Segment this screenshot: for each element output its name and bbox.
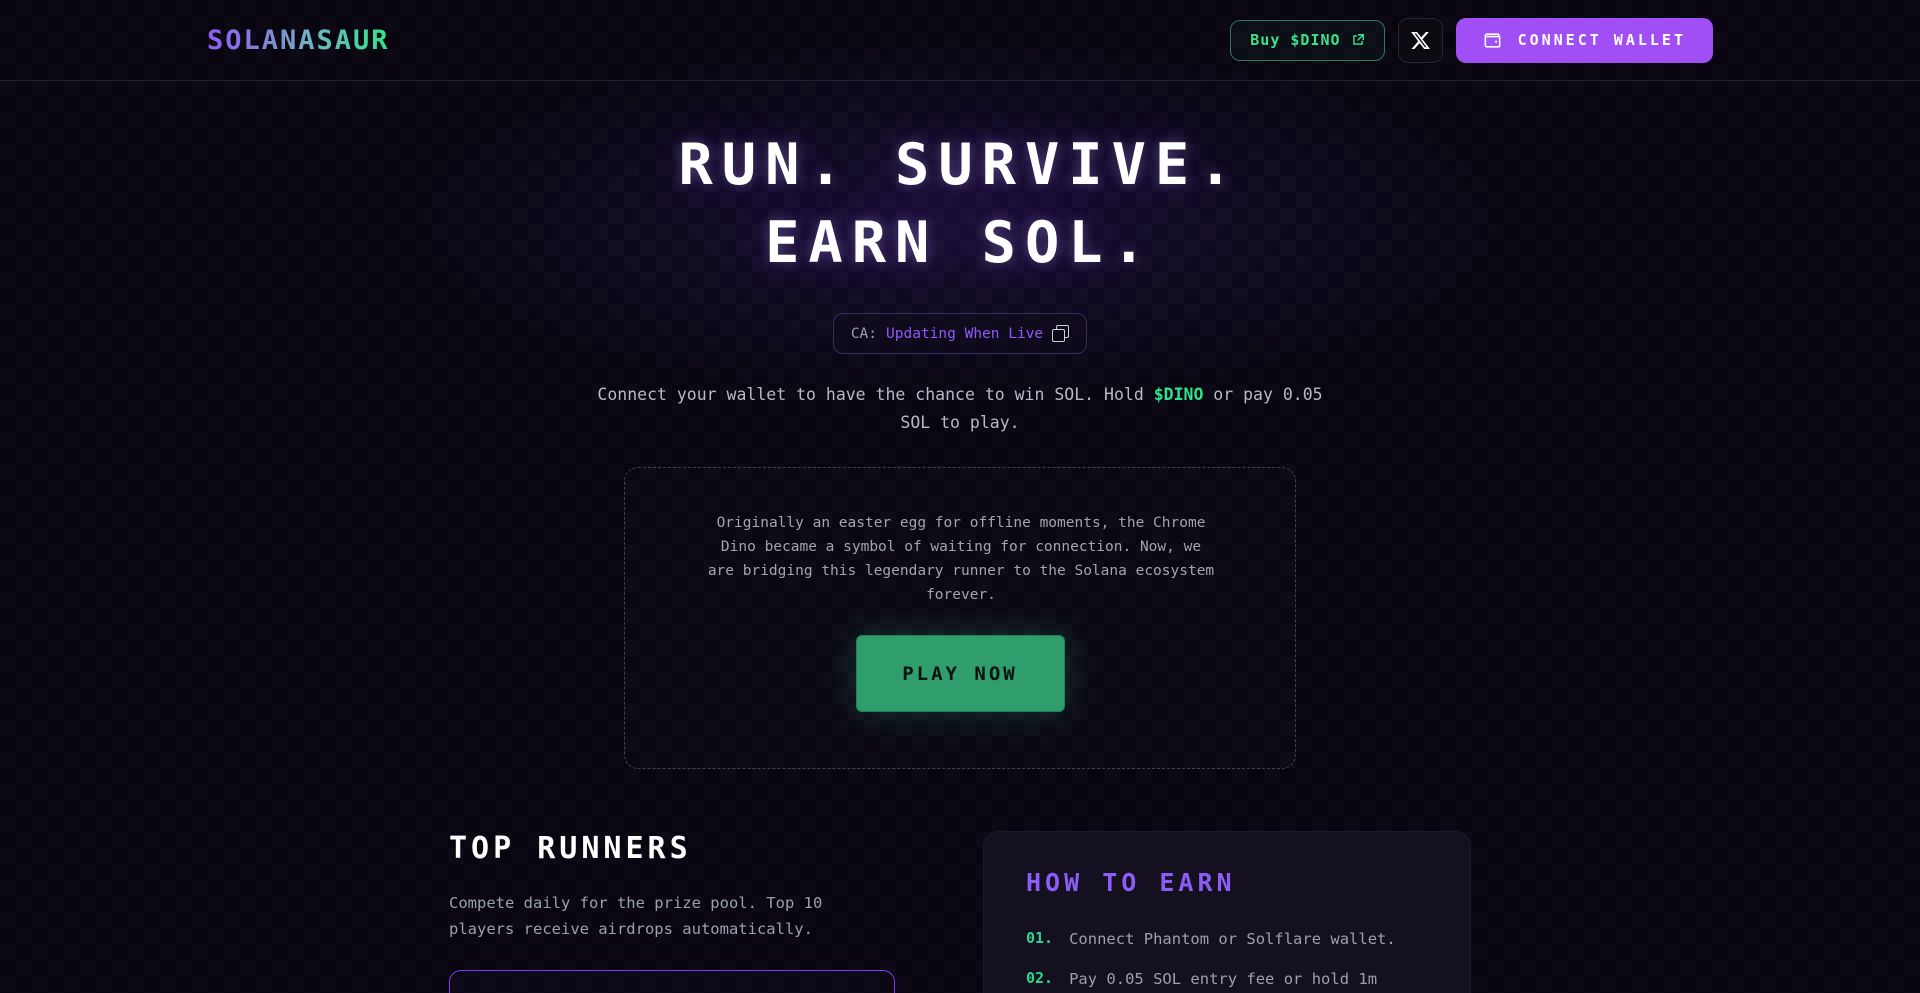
x-twitter-button[interactable] (1398, 18, 1443, 63)
how-to-earn-card: HOW TO EARN 01. Connect Phantom or Solfl… (983, 831, 1471, 993)
hero-subtitle: Connect your wallet to have the chance t… (580, 381, 1340, 438)
leaderboard-panel: LEADERBOARD (449, 970, 895, 993)
hero-subtitle-pre: Connect your wallet to have the chance t… (597, 385, 1153, 404)
earn-step-1: 01. Connect Phantom or Solflare wallet. (1026, 928, 1428, 950)
dino-promo-box: Originally an easter egg for offline mom… (624, 467, 1296, 770)
nav-actions: Buy $DINO (1230, 18, 1713, 63)
hero-title: RUN. SURVIVE. EARN SOL. (0, 127, 1920, 282)
buy-dino-button[interactable]: Buy $DINO (1230, 20, 1384, 61)
connect-wallet-button[interactable]: CONNECT WALLET (1456, 18, 1713, 63)
ca-label: CA: (851, 326, 877, 342)
how-to-earn-steps: 01. Connect Phantom or Solflare wallet. … (1026, 928, 1428, 993)
logo[interactable]: SOLANASAUR (207, 25, 390, 56)
earn-step-2: 02. Pay 0.05 SOL entry fee or hold 1m $D… (1026, 968, 1428, 993)
hero-title-line1: RUN. SURVIVE. (678, 132, 1241, 198)
contract-address-chip[interactable]: CA: Updating When Live (833, 313, 1087, 354)
dino-token-text: $DINO (1154, 385, 1204, 404)
ca-value: Updating When Live (886, 326, 1043, 342)
step-text: Pay 0.05 SOL entry fee or hold 1m $DINO. (1069, 968, 1419, 993)
copy-icon[interactable] (1052, 325, 1069, 342)
step-number: 01. (1026, 928, 1053, 950)
play-now-button[interactable]: PLAY NOW (856, 635, 1065, 712)
promo-description: Originally an easter egg for offline mom… (705, 512, 1217, 608)
x-logo-icon (1410, 30, 1431, 51)
step-number: 02. (1026, 968, 1053, 993)
nav-container: SOLANASAUR Buy $DINO (207, 18, 1713, 63)
how-to-earn-title: HOW TO EARN (1026, 868, 1428, 897)
top-nav: SOLANASAUR Buy $DINO (0, 0, 1920, 81)
top-runners-column: TOP RUNNERS Compete daily for the prize … (449, 831, 895, 993)
buy-dino-label: Buy $DINO (1250, 31, 1340, 49)
external-link-icon (1351, 33, 1365, 47)
step-text: Connect Phantom or Solflare wallet. (1069, 928, 1419, 950)
top-runners-title: TOP RUNNERS (449, 831, 895, 866)
top-runners-subtitle: Compete daily for the prize pool. Top 10… (449, 891, 895, 942)
bottom-section: TOP RUNNERS Compete daily for the prize … (449, 831, 1471, 993)
wallet-icon (1483, 31, 1502, 50)
hero-section: RUN. SURVIVE. EARN SOL. CA: Updating Whe… (0, 81, 1920, 769)
hero-title-line2: EARN SOL. (765, 210, 1155, 276)
connect-wallet-label: CONNECT WALLET (1518, 31, 1686, 49)
